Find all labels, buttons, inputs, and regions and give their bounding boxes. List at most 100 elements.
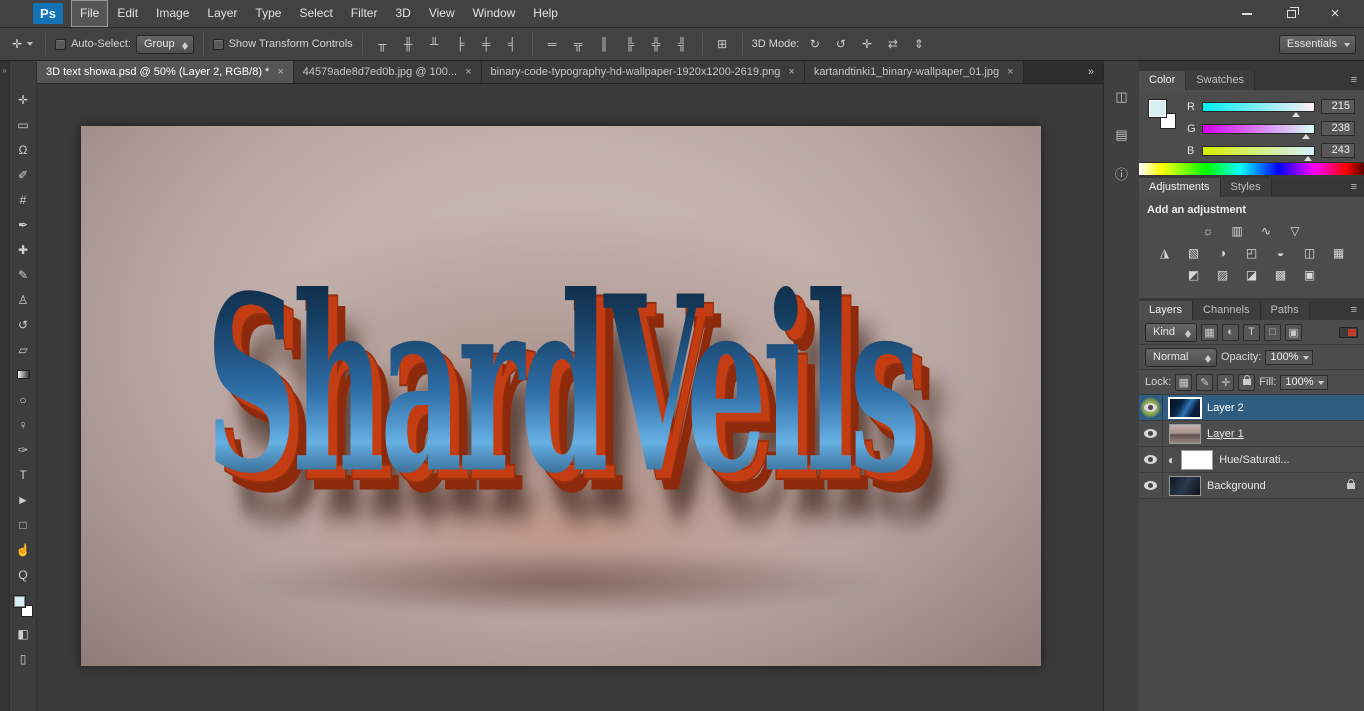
menu-window[interactable]: Window xyxy=(464,0,525,27)
tab-channels[interactable]: Channels xyxy=(1193,301,1261,320)
document-tab[interactable]: kartandtinki1_binary-wallpaper_01.jpg × xyxy=(804,61,1024,83)
menu-file[interactable]: File xyxy=(71,0,109,27)
panel-color-swatches[interactable] xyxy=(1148,99,1178,129)
layer-thumbnail[interactable] xyxy=(1169,423,1201,444)
screen-mode-button[interactable]: ▯ xyxy=(13,650,33,667)
green-value-field[interactable]: 238 xyxy=(1321,121,1355,136)
gradient-map-button[interactable]: ▩ xyxy=(1272,267,1290,283)
filter-adjustment-layers-button[interactable]: ◐ xyxy=(1222,323,1239,341)
tool-preset-button[interactable]: ✛ xyxy=(8,33,36,55)
eraser-tool[interactable]: ▱ xyxy=(13,341,33,358)
green-slider-thumb[interactable] xyxy=(1302,130,1311,139)
distribute-vertical-centers-button[interactable]: ╦ xyxy=(568,34,589,54)
close-tab-icon[interactable]: × xyxy=(1007,66,1013,78)
brush-tool[interactable]: ✎ xyxy=(13,266,33,283)
filter-type-layers-button[interactable]: T xyxy=(1243,323,1260,341)
selective-color-button[interactable]: ▣ xyxy=(1301,267,1319,283)
layer-name[interactable]: Hue/Saturati... xyxy=(1219,454,1364,466)
close-tab-icon[interactable]: × xyxy=(788,66,794,78)
minimize-button[interactable] xyxy=(1234,5,1260,23)
green-slider[interactable] xyxy=(1202,123,1315,139)
distribute-horizontal-centers-button[interactable]: ╬ xyxy=(646,34,667,54)
layer-name[interactable]: Layer 2 xyxy=(1207,402,1364,414)
threshold-button[interactable]: ◪ xyxy=(1243,267,1261,283)
distribute-bottom-edges-button[interactable]: ║ xyxy=(594,34,615,54)
toolbar-color-swatches[interactable] xyxy=(13,595,33,617)
crop-tool[interactable]: # xyxy=(13,191,33,208)
layer-name[interactable]: Background xyxy=(1207,480,1347,492)
color-lookup-button[interactable]: ▦ xyxy=(1330,245,1348,261)
red-slider-thumb[interactable] xyxy=(1292,108,1301,117)
3d-slide-button[interactable]: ⇄ xyxy=(882,34,903,54)
menu-select[interactable]: Select xyxy=(290,0,341,27)
align-right-edges-button[interactable]: ╡ xyxy=(502,34,523,54)
filter-smart-objects-button[interactable]: ▣ xyxy=(1285,323,1302,341)
visibility-toggle[interactable] xyxy=(1139,447,1163,472)
menu-layer[interactable]: Layer xyxy=(198,0,246,27)
red-value-field[interactable]: 215 xyxy=(1321,99,1355,114)
pen-tool[interactable]: ✑ xyxy=(13,441,33,458)
filter-shape-layers-button[interactable]: □ xyxy=(1264,323,1281,341)
close-button[interactable]: × xyxy=(1322,5,1348,23)
menu-filter[interactable]: Filter xyxy=(342,0,387,27)
visibility-toggle[interactable] xyxy=(1139,421,1163,446)
layer-row-layer1[interactable]: Layer 1 xyxy=(1139,421,1364,447)
auto-select-checkbox[interactable] xyxy=(55,38,67,50)
filter-pixel-layers-button[interactable]: ▦ xyxy=(1201,323,1218,341)
exposure-button[interactable]: ▽ xyxy=(1286,223,1304,239)
menu-image[interactable]: Image xyxy=(147,0,198,27)
gradient-tool[interactable] xyxy=(13,366,33,383)
menu-edit[interactable]: Edit xyxy=(108,0,147,27)
opacity-value-field[interactable]: 100% xyxy=(1265,349,1313,365)
layer-thumbnail[interactable] xyxy=(1169,397,1201,418)
menu-view[interactable]: View xyxy=(420,0,464,27)
quick-selection-tool[interactable]: ✐ xyxy=(13,166,33,183)
blue-slider[interactable] xyxy=(1202,145,1315,161)
layer-thumbnail[interactable] xyxy=(1169,475,1201,496)
canvas-pasteboard[interactable]: ShardVeils xyxy=(37,84,1103,711)
tab-color[interactable]: Color xyxy=(1139,71,1187,90)
document-canvas[interactable]: ShardVeils xyxy=(81,126,1041,666)
hue-saturation-button[interactable]: ▧ xyxy=(1185,245,1203,261)
curves-button[interactable]: ∿ xyxy=(1257,223,1275,239)
filter-kind-dropdown[interactable]: Kind xyxy=(1145,322,1197,342)
distribute-top-edges-button[interactable]: ═ xyxy=(542,34,563,54)
menu-help[interactable]: Help xyxy=(524,0,567,27)
eyedropper-tool[interactable]: ✒ xyxy=(13,216,33,233)
hand-tool[interactable]: ☝ xyxy=(13,541,33,558)
3d-roll-button[interactable]: ↺ xyxy=(830,34,851,54)
menu-3d[interactable]: 3D xyxy=(386,0,419,27)
tab-paths[interactable]: Paths xyxy=(1260,301,1310,320)
info-panel-icon[interactable]: ⓘ xyxy=(1111,163,1133,183)
channel-mixer-button[interactable]: ◫ xyxy=(1301,245,1319,261)
rectangular-marquee-tool[interactable]: ▭ xyxy=(13,116,33,133)
quick-mask-button[interactable]: ◧ xyxy=(13,625,33,642)
restore-button[interactable] xyxy=(1278,5,1304,23)
levels-button[interactable]: ▥ xyxy=(1228,223,1246,239)
posterize-button[interactable]: ▨ xyxy=(1214,267,1232,283)
lock-all-button[interactable] xyxy=(1238,373,1256,391)
document-tab[interactable]: 44579ade8d7ed0b.jpg @ 100... × xyxy=(293,61,482,83)
lasso-tool[interactable]: Ω xyxy=(13,141,33,158)
move-tool[interactable]: ✛ xyxy=(13,91,33,108)
collapse-tools-icon[interactable]: » xyxy=(2,66,6,75)
tab-styles[interactable]: Styles xyxy=(1220,178,1272,197)
clone-stamp-tool[interactable]: ♙ xyxy=(13,291,33,308)
black-white-button[interactable]: ◰ xyxy=(1243,245,1261,261)
document-tab[interactable]: binary-code-typography-hd-wallpaper-1920… xyxy=(481,61,805,83)
color-spectrum-ramp[interactable] xyxy=(1139,162,1364,175)
3d-drag-button[interactable]: ✛ xyxy=(856,34,877,54)
blend-mode-dropdown[interactable]: Normal xyxy=(1145,347,1217,367)
workspace-switcher-dropdown[interactable]: Essentials xyxy=(1278,34,1356,54)
3d-rotate-button[interactable]: ↻ xyxy=(804,34,825,54)
align-vertical-centers-button[interactable]: ╫ xyxy=(398,34,419,54)
distribute-right-edges-button[interactable]: ╣ xyxy=(672,34,693,54)
3d-scale-button[interactable]: ⇕ xyxy=(908,34,929,54)
dodge-tool[interactable]: ♀ xyxy=(13,416,33,433)
rectangle-tool[interactable]: □ xyxy=(13,516,33,533)
photo-filter-button[interactable]: ◒ xyxy=(1272,245,1290,261)
invert-button[interactable]: ◩ xyxy=(1185,267,1203,283)
align-left-edges-button[interactable]: ╞ xyxy=(450,34,471,54)
fill-value-field[interactable]: 100% xyxy=(1280,374,1328,390)
show-transform-controls-checkbox[interactable] xyxy=(212,38,224,50)
